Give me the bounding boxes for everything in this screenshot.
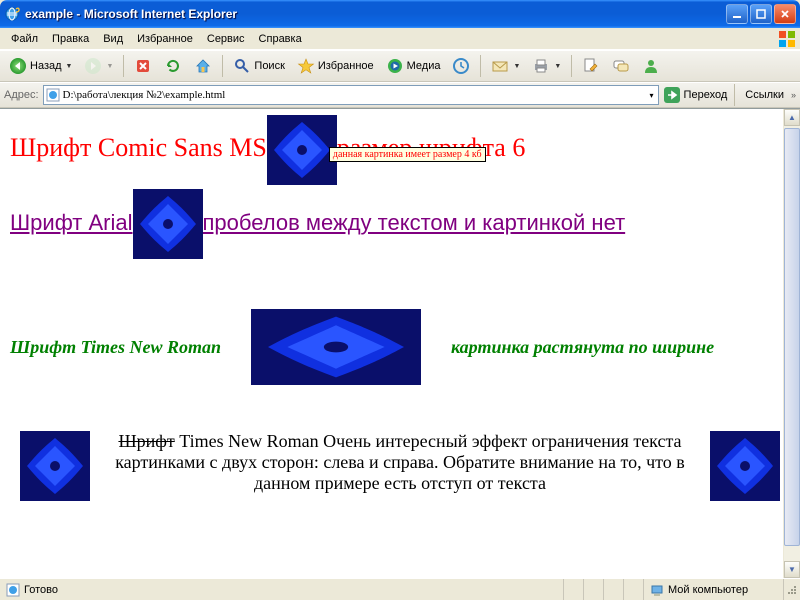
- address-field[interactable]: ▾: [43, 85, 659, 105]
- search-icon: [233, 57, 251, 75]
- scroll-thumb[interactable]: [784, 128, 800, 546]
- history-button[interactable]: [447, 54, 475, 78]
- toolbar: Назад ▼ ▼ Поиск Избранное Медиа ▼ ▼: [0, 50, 800, 82]
- refresh-icon: [164, 57, 182, 75]
- person-icon: [642, 57, 660, 75]
- status-zone: Мой компьютер: [644, 579, 784, 600]
- menu-favorites[interactable]: Избранное: [130, 31, 200, 47]
- stop-icon: [134, 57, 152, 75]
- ie-icon: [4, 6, 20, 22]
- ie-page-icon: [6, 583, 20, 597]
- back-label: Назад: [30, 60, 62, 72]
- menu-bar: Файл Правка Вид Избранное Сервис Справка: [0, 28, 800, 50]
- menu-help[interactable]: Справка: [252, 31, 309, 47]
- title-bar: example - Microsoft Internet Explorer: [0, 0, 800, 28]
- print-button[interactable]: ▼: [527, 54, 566, 78]
- discuss-button[interactable]: [607, 54, 635, 78]
- chevron-down-icon: ▼: [513, 63, 520, 70]
- go-label: Переход: [684, 89, 728, 101]
- home-button[interactable]: [189, 54, 217, 78]
- comic-sans-line: Шрифт Comic Sans MS данная картинка имее…: [10, 115, 790, 185]
- ornament-image: данная картинка имеет размер 4 кб: [267, 115, 337, 185]
- strikethrough-text: Шрифт: [118, 431, 174, 451]
- ornament-image-left: [20, 431, 90, 501]
- paragraph-wrapped: Шрифт Times New Roman Очень интересный э…: [20, 431, 780, 494]
- go-icon: [663, 86, 681, 104]
- status-text: Готово: [24, 584, 58, 596]
- address-label: Адрес:: [4, 89, 39, 101]
- menu-tools[interactable]: Сервис: [200, 31, 252, 47]
- media-label: Медиа: [407, 60, 441, 72]
- address-dropdown[interactable]: ▾: [648, 91, 656, 100]
- text-segment: пробелов между текстом и картинкой нет: [203, 210, 626, 235]
- menu-edit[interactable]: Правка: [45, 31, 96, 47]
- mail-button[interactable]: ▼: [486, 54, 525, 78]
- ornament-image: [133, 189, 203, 259]
- media-icon: [386, 57, 404, 75]
- stop-button[interactable]: [129, 54, 157, 78]
- scroll-down-button[interactable]: ▼: [784, 561, 800, 578]
- ie-page-icon: [46, 88, 60, 102]
- back-icon: [9, 57, 27, 75]
- minimize-button[interactable]: [726, 4, 748, 24]
- zone-text: Мой компьютер: [668, 584, 748, 596]
- discuss-icon: [612, 57, 630, 75]
- address-bar: Адрес: ▾ Переход Ссылки »: [0, 82, 800, 108]
- links-chevron-icon[interactable]: »: [791, 90, 796, 100]
- text-segment: картинка растянута по ширине: [451, 337, 714, 358]
- browser-viewport: Шрифт Comic Sans MS данная картинка имее…: [0, 108, 800, 578]
- home-icon: [194, 57, 212, 75]
- text-segment: Шрифт Arial: [10, 210, 133, 235]
- links-label[interactable]: Ссылки: [742, 89, 787, 101]
- ornament-image-right: [710, 431, 780, 501]
- computer-icon: [650, 583, 664, 597]
- chevron-down-icon: ▼: [66, 63, 73, 70]
- mail-icon: [491, 57, 509, 75]
- star-icon: [297, 57, 315, 75]
- go-button[interactable]: Переход: [663, 86, 728, 104]
- search-label: Поиск: [254, 60, 284, 72]
- menu-view[interactable]: Вид: [96, 31, 130, 47]
- ornament-image-stretched: [251, 309, 421, 385]
- status-bar: Готово Мой компьютер: [0, 578, 800, 600]
- page-content: Шрифт Comic Sans MS данная картинка имее…: [0, 109, 800, 504]
- back-button[interactable]: Назад ▼: [4, 54, 77, 78]
- edit-icon: [582, 57, 600, 75]
- status-ready: Готово: [0, 579, 564, 600]
- forward-icon: [84, 57, 102, 75]
- messenger-button[interactable]: [637, 54, 665, 78]
- resize-grip[interactable]: [784, 582, 800, 598]
- print-icon: [532, 57, 550, 75]
- scroll-up-button[interactable]: ▲: [784, 109, 800, 126]
- vertical-scrollbar[interactable]: ▲ ▼: [783, 109, 800, 578]
- close-button[interactable]: [774, 4, 796, 24]
- search-button[interactable]: Поиск: [228, 54, 289, 78]
- times-line: Шрифт Times New Roman картинка растянута…: [10, 309, 790, 385]
- menu-file[interactable]: Файл: [4, 31, 45, 47]
- forward-button[interactable]: ▼: [79, 54, 118, 78]
- arial-line: Шрифт Arial пробелов между текстом и кар…: [10, 189, 790, 259]
- windows-logo-icon: [778, 30, 796, 48]
- text-segment: Шрифт Times New Roman: [10, 337, 221, 358]
- edit-button[interactable]: [577, 54, 605, 78]
- chevron-down-icon: ▼: [106, 63, 113, 70]
- maximize-button[interactable]: [750, 4, 772, 24]
- window-title: example - Microsoft Internet Explorer: [25, 7, 726, 21]
- chevron-down-icon: ▼: [554, 63, 561, 70]
- media-button[interactable]: Медиа: [381, 54, 446, 78]
- refresh-button[interactable]: [159, 54, 187, 78]
- favorites-button[interactable]: Избранное: [292, 54, 379, 78]
- image-tooltip: данная картинка имеет размер 4 кб: [329, 147, 486, 162]
- scroll-track[interactable]: [784, 126, 800, 561]
- favorites-label: Избранное: [318, 60, 374, 72]
- text-segment: Шрифт Comic Sans MS: [10, 133, 267, 162]
- history-icon: [452, 57, 470, 75]
- paragraph-text: Times New Roman Очень интересный эффект …: [115, 431, 685, 493]
- address-input[interactable]: [63, 89, 645, 101]
